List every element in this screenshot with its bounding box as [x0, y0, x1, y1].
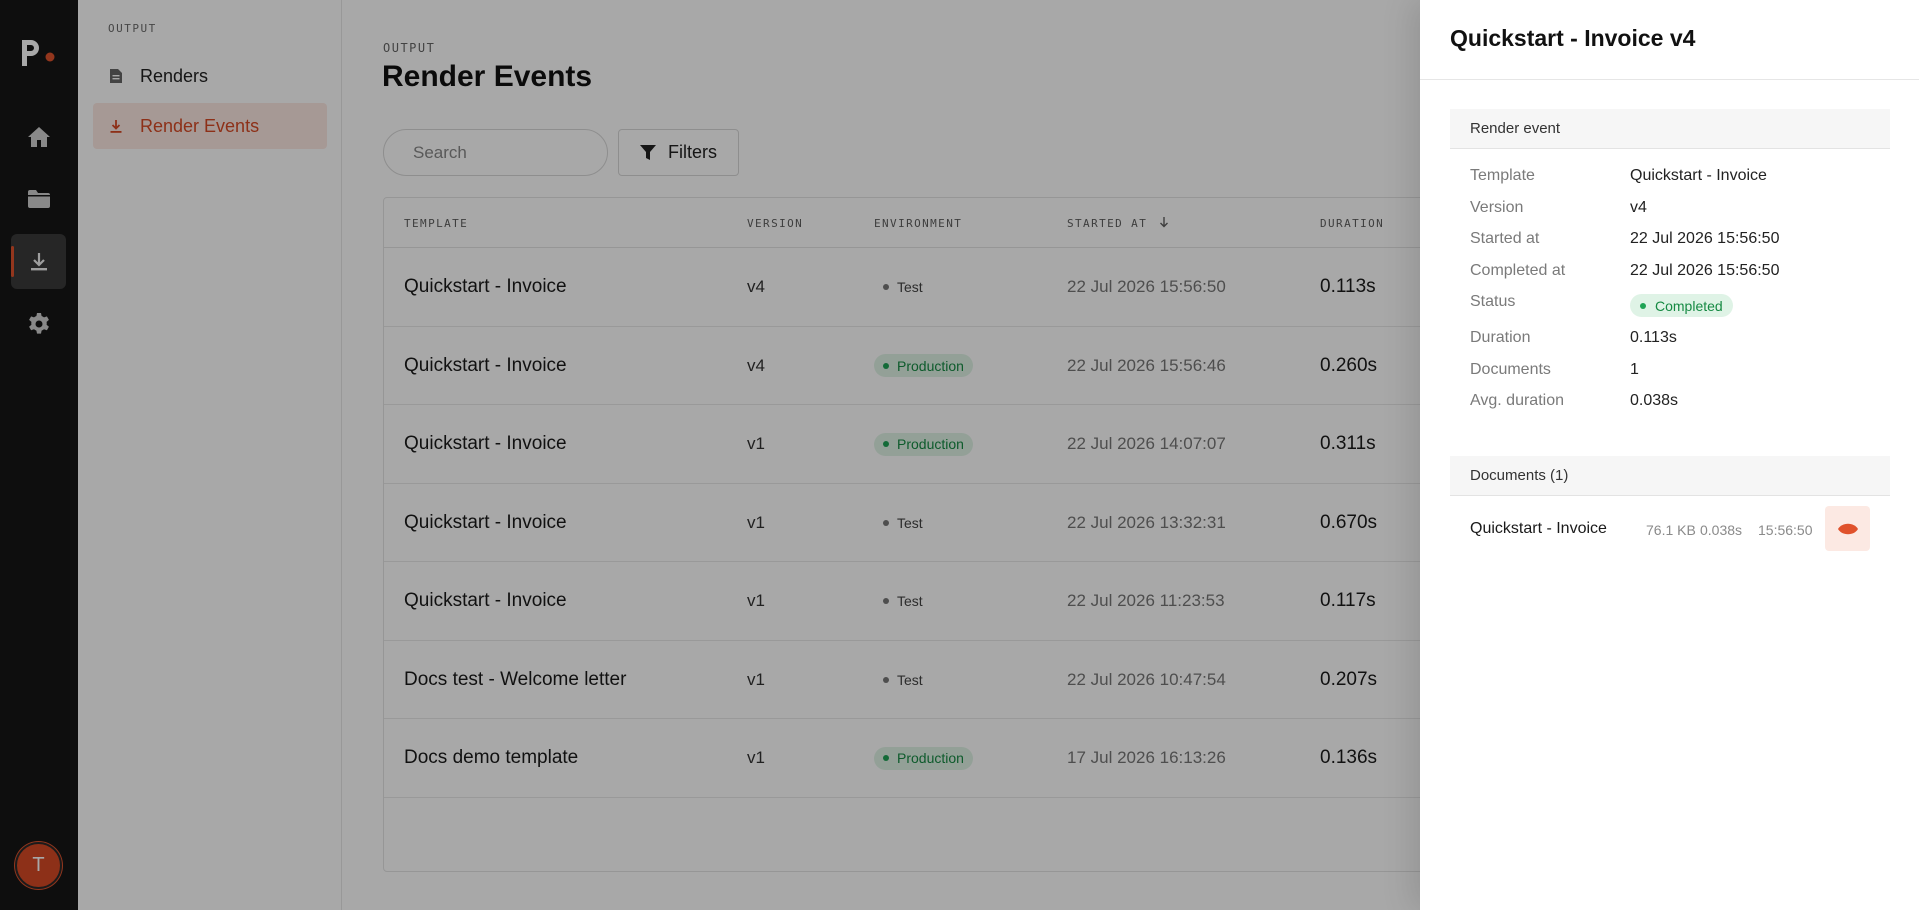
eye-icon	[1837, 523, 1858, 534]
status-text: Completed	[1655, 297, 1723, 314]
field-value-avg-duration: 0.038s	[1630, 392, 1679, 409]
section-heading-render-event: Render event	[1450, 109, 1890, 149]
field-label: Documents	[1470, 361, 1551, 378]
field-label: Template	[1470, 167, 1535, 184]
detail-drawer: Quickstart - Invoice v4 Render event Tem…	[1420, 0, 1919, 910]
field-value-version: v4	[1630, 199, 1647, 216]
field-value-started-at: 22 Jul 2026 15:56:50	[1630, 230, 1780, 247]
drawer-title: Quickstart - Invoice v4	[1450, 25, 1696, 51]
field-label: Avg. duration	[1470, 392, 1564, 409]
field-value-duration: 0.113s	[1630, 329, 1677, 346]
field-label: Status	[1470, 293, 1516, 310]
document-duration: 0.038s	[1700, 522, 1743, 538]
field-label: Started at	[1470, 230, 1540, 247]
field-label: Version	[1470, 199, 1524, 216]
field-value-documents: 1	[1630, 361, 1639, 378]
view-document-button[interactable]	[1825, 506, 1870, 551]
status-dot	[1640, 302, 1646, 309]
field-label: Completed at	[1470, 262, 1566, 279]
field-label: Duration	[1470, 329, 1531, 346]
status-badge: Completed	[1630, 294, 1733, 317]
section-heading-documents: Documents (1)	[1450, 456, 1890, 496]
document-row: Quickstart - Invoice 76.1 KB 0.038s 15:5…	[1450, 500, 1890, 558]
document-size: 76.1 KB	[1646, 522, 1696, 538]
document-time: 15:56:50	[1758, 522, 1813, 538]
document-name: Quickstart - Invoice	[1470, 520, 1607, 537]
divider	[1420, 79, 1919, 80]
field-value-template: Quickstart - Invoice	[1630, 167, 1767, 184]
field-value-completed-at: 22 Jul 2026 15:56:50	[1630, 262, 1780, 279]
